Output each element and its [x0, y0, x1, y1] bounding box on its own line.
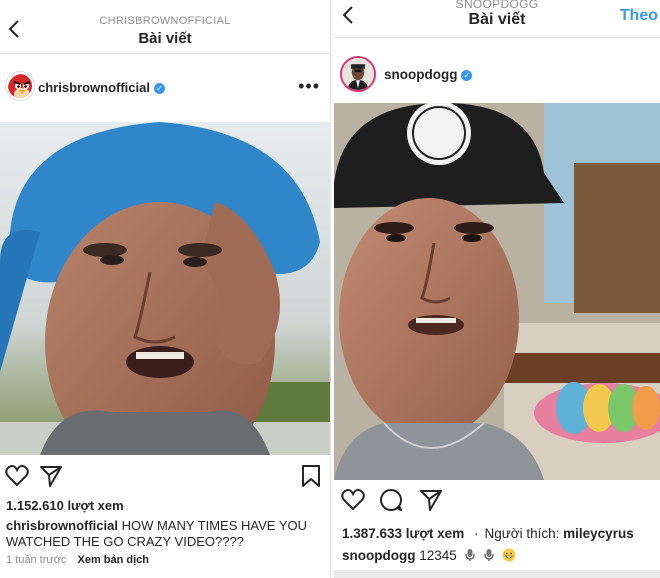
more-icon[interactable]: ••• [298, 76, 320, 97]
post-header: SNOOPDOGG Bài viết Theo [334, 0, 660, 38]
microphone-emoji-icon [484, 549, 494, 561]
right-post-panel: SNOOPDOGG Bài viết Theo snoopdogg ✓ 1.38… [334, 0, 660, 578]
caption-text: 12345 [419, 548, 457, 563]
header-username: SNOOPDOGG [455, 0, 539, 11]
post-caption: snoopdogg 12345 [342, 548, 648, 564]
heart-icon[interactable] [4, 463, 30, 489]
header-username: CHRISBROWNOFFICIAL [99, 15, 231, 27]
left-post-panel: CHRISBROWNOFFICIAL Bài viết chrisbrownof… [0, 0, 330, 578]
red-angry-bird-avatar-icon [8, 74, 32, 98]
author-username[interactable]: chrisbrownofficial ✓ [38, 80, 165, 95]
bottom-strip [334, 570, 660, 578]
post-caption: chrisbrownofficial HOW MANY TIMES HAVE Y… [6, 518, 318, 550]
comment-icon[interactable] [378, 487, 404, 513]
post-video[interactable] [0, 122, 330, 455]
view-count: 1.152.610 lượt xem [6, 498, 124, 513]
post-video[interactable] [334, 103, 660, 480]
see-translation-link[interactable]: Xem bản dịch [78, 554, 150, 566]
send-icon[interactable] [418, 487, 444, 513]
page-title: Bài viết [138, 30, 192, 47]
follow-button[interactable]: Theo [620, 7, 658, 25]
bookmark-icon[interactable] [298, 463, 324, 489]
video-frame-left [0, 122, 330, 455]
page-title: Bài viết [468, 11, 526, 28]
send-icon[interactable] [38, 463, 64, 489]
grin-emoji-icon [502, 548, 516, 562]
caption-username[interactable]: snoopdogg [342, 548, 415, 563]
view-count: 1.387.633 lượt xem [342, 526, 465, 541]
verified-badge-icon: ✓ [153, 83, 165, 94]
author-username[interactable]: snoopdogg ✓ [384, 67, 473, 82]
liked-by-user[interactable]: mileycyrus [563, 526, 634, 541]
snoopdogg-avatar-icon [342, 58, 374, 90]
post-actions [0, 463, 330, 493]
author-username-text: snoopdogg [384, 67, 458, 82]
post-actions [334, 487, 660, 517]
post-header: CHRISBROWNOFFICIAL Bài viết [0, 0, 330, 54]
post-author-row: chrisbrownofficial ✓ ••• [0, 64, 330, 114]
liked-by: · Người thích: mileycyrus [473, 526, 634, 541]
avatar[interactable] [340, 56, 376, 92]
post-meta: 1 tuần trước Xem bản dịch [6, 554, 149, 566]
post-timestamp: 1 tuần trước [6, 554, 67, 566]
view-count-row: 1.387.633 lượt xem · Người thích: mileycy… [342, 526, 634, 541]
microphone-emoji-icon [464, 549, 475, 561]
avatar[interactable] [6, 72, 34, 100]
liked-by-label: Người thích: [484, 526, 560, 541]
verified-badge-icon: ✓ [461, 70, 473, 81]
heart-icon[interactable] [340, 487, 366, 513]
post-author-row: snoopdogg ✓ [334, 52, 660, 102]
author-username-text: chrisbrownofficial [38, 80, 150, 95]
video-frame-right [334, 103, 660, 480]
caption-username[interactable]: chrisbrownofficial [6, 518, 118, 533]
